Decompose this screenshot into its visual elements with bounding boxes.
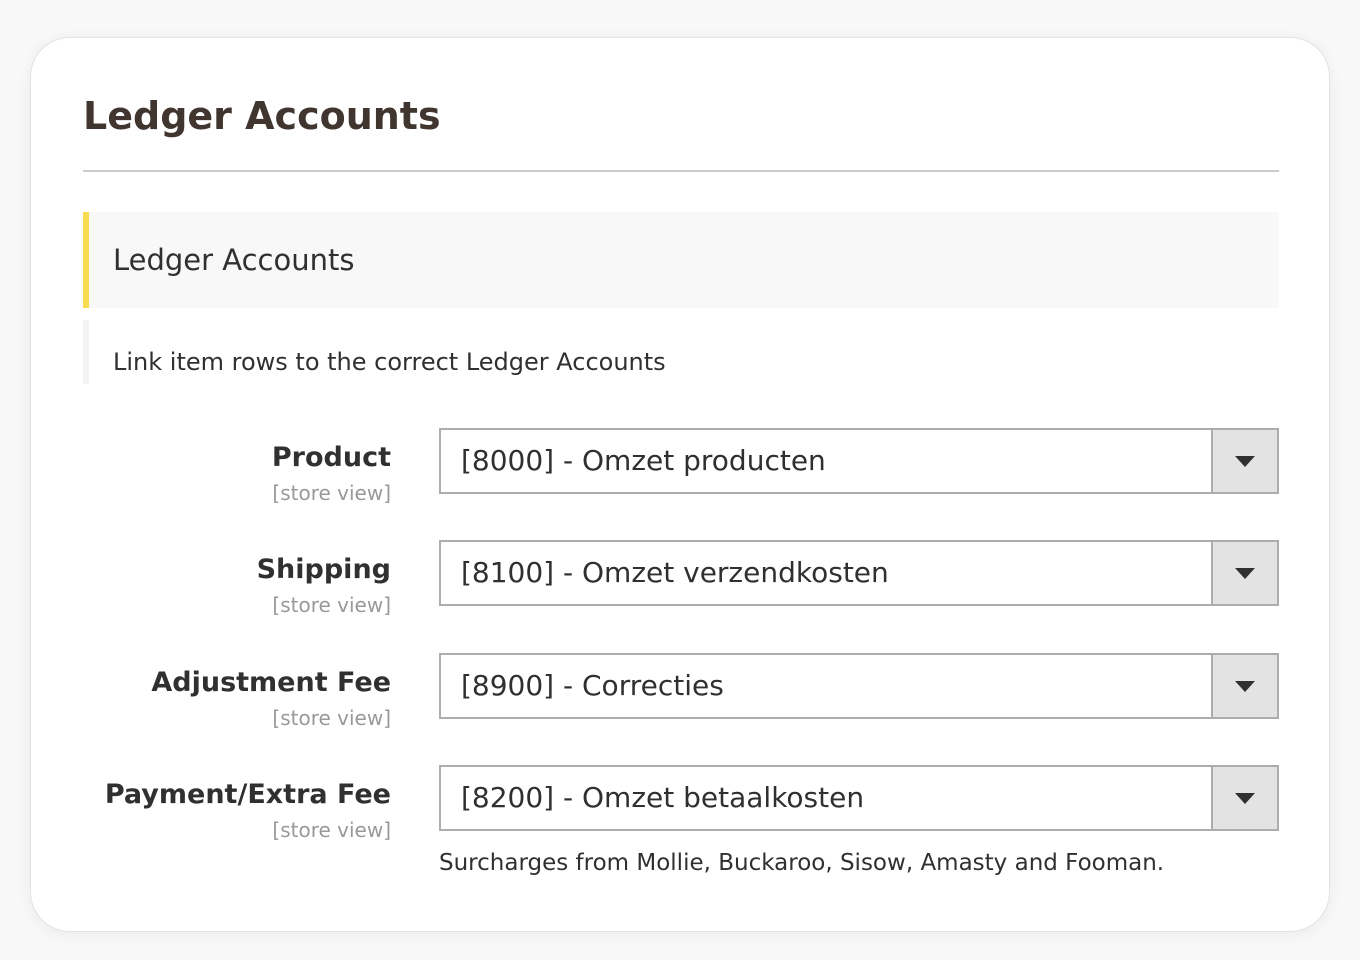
field-label-product: Product [store view] [272,440,391,508]
field-note: Surcharges from Mollie, Buckaroo, Sisow,… [439,850,1165,876]
select-toggle[interactable] [1211,542,1277,604]
select-toggle[interactable] [1211,430,1277,492]
field-label-shipping: Shipping [store view] [257,552,391,620]
payment-extra-fee-ledger-select[interactable]: [8200] - Omzet betaalkosten [439,765,1279,831]
field-scope: [store view] [272,818,391,842]
field-label-text: Payment/Extra Fee [104,779,391,810]
field-label-adjustment-fee: Adjustment Fee [store view] [151,665,391,733]
shipping-ledger-select[interactable]: [8100] - Omzet verzendkosten [439,540,1279,606]
field-scope: [store view] [272,593,391,617]
chevron-down-icon [1235,456,1255,467]
select-toggle[interactable] [1211,655,1277,717]
field-label-payment-extra-fee: Payment/Extra Fee [store view] [105,777,391,845]
page-title: Ledger Accounts [83,94,441,138]
section-title: Ledger Accounts [113,243,355,277]
select-toggle[interactable] [1211,767,1277,829]
title-divider [83,170,1279,172]
select-value: [8200] - Omzet betaalkosten [461,781,865,814]
field-scope: [store view] [272,481,391,505]
field-row-payment-extra-fee: Payment/Extra Fee [store view] [8200] - … [31,765,1331,895]
select-value: [8900] - Correcties [461,669,724,702]
select-value: [8000] - Omzet producten [461,444,826,477]
field-row-shipping: Shipping [store view] [8100] - Omzet ver… [31,540,1331,630]
section-comment-text: Link item rows to the correct Ledger Acc… [113,348,666,376]
field-scope: [store view] [272,706,391,730]
section-header-ledger-accounts[interactable]: Ledger Accounts [83,212,1279,308]
adjustment-fee-ledger-select[interactable]: [8900] - Correcties [439,653,1279,719]
field-label-text: Adjustment Fee [151,667,391,698]
field-label-text: Shipping [256,554,391,585]
field-row-adjustment-fee: Adjustment Fee [store view] [8900] - Cor… [31,653,1331,743]
select-value: [8100] - Omzet verzendkosten [461,556,889,589]
field-row-product: Product [store view] [8000] - Omzet prod… [31,428,1331,518]
product-ledger-select[interactable]: [8000] - Omzet producten [439,428,1279,494]
chevron-down-icon [1235,681,1255,692]
field-label-text: Product [271,442,391,473]
chevron-down-icon [1235,793,1255,804]
section-comment: Link item rows to the correct Ledger Acc… [83,320,783,384]
config-card: Ledger Accounts Ledger Accounts Link ite… [30,37,1330,932]
chevron-down-icon [1235,568,1255,579]
